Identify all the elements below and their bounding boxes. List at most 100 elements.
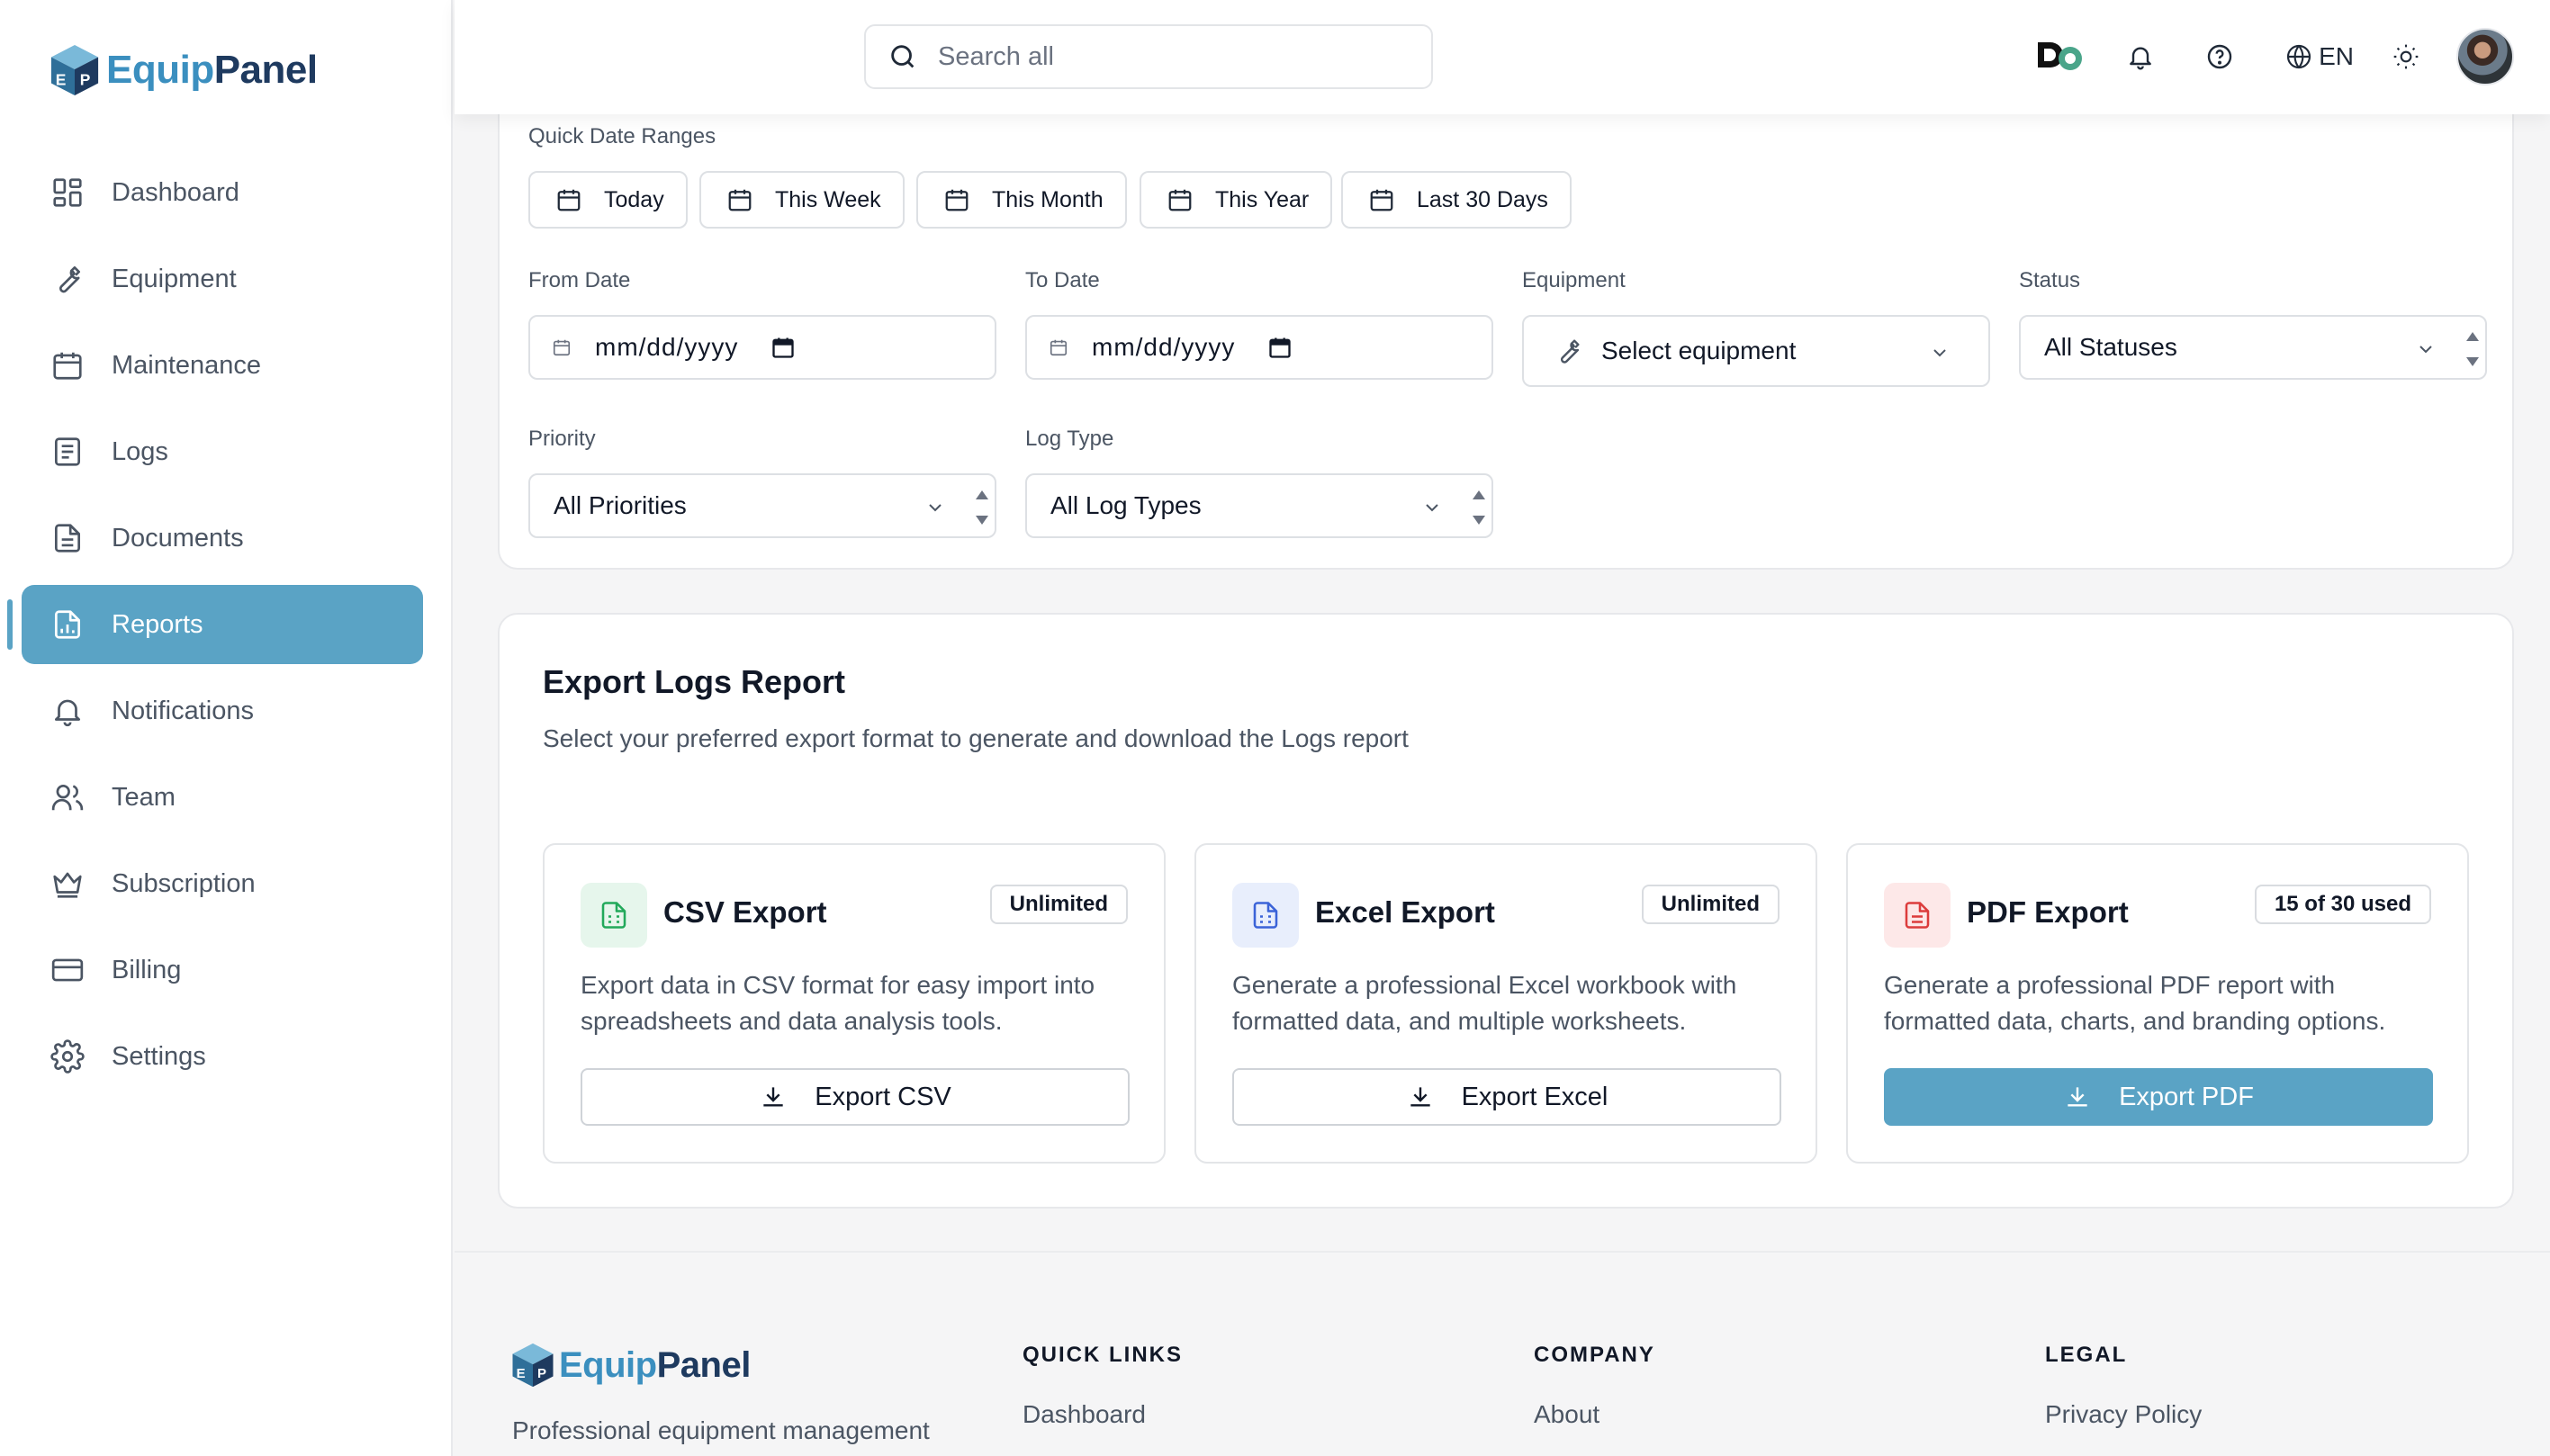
download-icon [2068,1087,2087,1107]
sidebar-item-logs[interactable]: Logs [22,412,423,491]
to-date-input[interactable]: mm/dd/yyyy [1025,315,1493,380]
users-icon [51,784,84,811]
priority-label: Priority [528,427,596,451]
export-excel-button[interactable]: Export Excel [1232,1068,1781,1126]
csv-usage-badge: Unlimited [989,885,1128,924]
priority-select[interactable]: All Priorities [528,473,996,538]
sidebar-item-subscription[interactable]: Subscription [22,844,423,923]
help-button[interactable] [2205,42,2234,71]
theme-toggle-button[interactable] [2392,42,2420,71]
sidebar-item-label: Subscription [112,868,256,898]
footer-link-privacy-policy[interactable]: Privacy Policy [2045,1400,2202,1429]
csv-file-icon-badge [581,883,647,948]
quick-range-label: This Week [775,186,881,212]
sidebar-item-documents[interactable]: Documents [22,499,423,578]
from-date-input[interactable]: mm/dd/yyyy [528,315,996,380]
equipment-label: Equipment [1522,268,1626,292]
excel-export-description: Generate a professional Excel workbook w… [1232,971,1737,1035]
chevron-down-icon [1933,349,1946,357]
header-actions: EN [2036,25,2514,88]
chevron-down-icon [929,504,942,512]
svg-text:E: E [56,70,67,88]
export-title: Export Logs Report [543,663,846,700]
quick-range-this-week-button[interactable]: This Week [699,171,905,229]
sidebar-item-label: Logs [112,436,168,466]
sidebar-item-reports[interactable]: Reports [7,585,423,664]
quick-range-today-button[interactable]: Today [528,171,688,229]
footer-company: COMPANY About [1534,1343,1655,1429]
bell-icon [2130,47,2151,70]
logs-icon [54,437,81,466]
pdf-usage-badge: 15 of 30 used [2254,885,2431,924]
sidebar-item-dashboard[interactable]: Dashboard [22,153,423,232]
download-icon [1410,1087,1430,1107]
csv-export-option: CSV Export Unlimited Export data in CSV … [543,843,1166,1164]
to-date-value: mm/dd/yyyy [1092,333,1236,361]
dashboard-icon [53,178,82,207]
calendar-picker-icon[interactable] [770,335,796,360]
status-select[interactable]: All Statuses [2019,315,2487,380]
quick-date-ranges-label: Quick Date Ranges [528,124,716,148]
help-icon [2207,44,2232,69]
equipment-select[interactable]: Select equipment [1522,315,1990,387]
log-type-select-value: All Log Types [1050,491,1202,519]
footer-link-dashboard[interactable]: Dashboard [1023,1400,1183,1429]
calendar-icon [553,339,571,356]
brand-name: EquipPanel [106,48,318,93]
sidebar-item-equipment[interactable]: Equipment [22,239,423,319]
sun-icon [2393,44,2419,69]
footer-tagline: Professional equipment management [512,1416,930,1444]
top-header: EN [455,0,2550,114]
svg-text:P: P [80,70,91,88]
search-bar[interactable] [864,24,1433,89]
spinner-arrows-icon[interactable] [973,484,991,531]
footer-legal: LEGAL Privacy Policy [2045,1343,2202,1429]
sidebar-item-team[interactable]: Team [22,758,423,837]
calendar-picker-icon[interactable] [1267,335,1293,360]
pdf-export-description: Generate a professional PDF report with … [1884,971,2386,1035]
pdf-export-title: PDF Export [1967,895,2129,929]
footer: E P EquipPanel Professional equipment ma… [455,1251,2550,1456]
sidebar-item-billing[interactable]: Billing [22,930,423,1010]
sidebar-item-notifications[interactable]: Notifications [22,671,423,750]
quick-range-this-year-button[interactable]: This Year [1140,171,1333,229]
sidebar-item-settings[interactable]: Settings [22,1017,423,1096]
log-type-select[interactable]: All Log Types [1025,473,1493,538]
quick-range-last-30-days-button[interactable]: Last 30 Days [1341,171,1572,229]
search-input[interactable] [938,41,1406,72]
sidebar-item-label: Notifications [112,696,254,725]
export-csv-button-label: Export CSV [815,1082,951,1111]
excel-export-option: Excel Export Unlimited Generate a profes… [1194,843,1817,1164]
from-date-value: mm/dd/yyyy [595,333,739,361]
gear-icon [50,1039,85,1074]
wrench-icon [59,265,81,293]
language-switcher[interactable]: EN [2284,42,2354,71]
report-icon [54,610,81,639]
sidebar-item-maintenance[interactable]: Maintenance [22,326,423,405]
footer-column-heading: LEGAL [2045,1343,2128,1367]
do-brand-button[interactable] [2036,40,2086,74]
user-avatar[interactable] [2456,28,2514,85]
chevron-down-icon [2419,346,2432,354]
brand-name-part1: Equip [106,48,214,92]
export-csv-button[interactable]: Export CSV [581,1068,1130,1126]
quick-range-this-month-button[interactable]: This Month [916,171,1127,229]
svg-text:P: P [537,1366,546,1381]
from-date-label: From Date [528,268,631,292]
spinner-arrows-icon[interactable] [2464,326,2482,373]
excel-file-icon-badge [1232,883,1299,948]
pdf-export-option: PDF Export 15 of 30 used Generate a prof… [1846,843,2469,1164]
calendar-icon [1168,189,1192,211]
footer-brand-logo[interactable]: E P EquipPanel [510,1341,751,1389]
export-card: Export Logs Report Select your preferred… [498,613,2514,1209]
footer-link-about[interactable]: About [1534,1400,1655,1429]
chevron-down-icon [1426,504,1438,512]
export-pdf-button[interactable]: Export PDF [1884,1068,2433,1126]
brand-logo[interactable]: E P EquipPanel [49,43,318,97]
spinner-arrows-icon[interactable] [1470,484,1488,531]
notifications-button[interactable] [2126,42,2155,71]
document-icon [54,524,81,553]
sidebar-nav: Dashboard Equipment Maintenance Logs Doc… [7,153,423,1103]
quick-range-label: This Year [1215,186,1310,212]
quick-range-label: Last 30 Days [1417,186,1548,212]
